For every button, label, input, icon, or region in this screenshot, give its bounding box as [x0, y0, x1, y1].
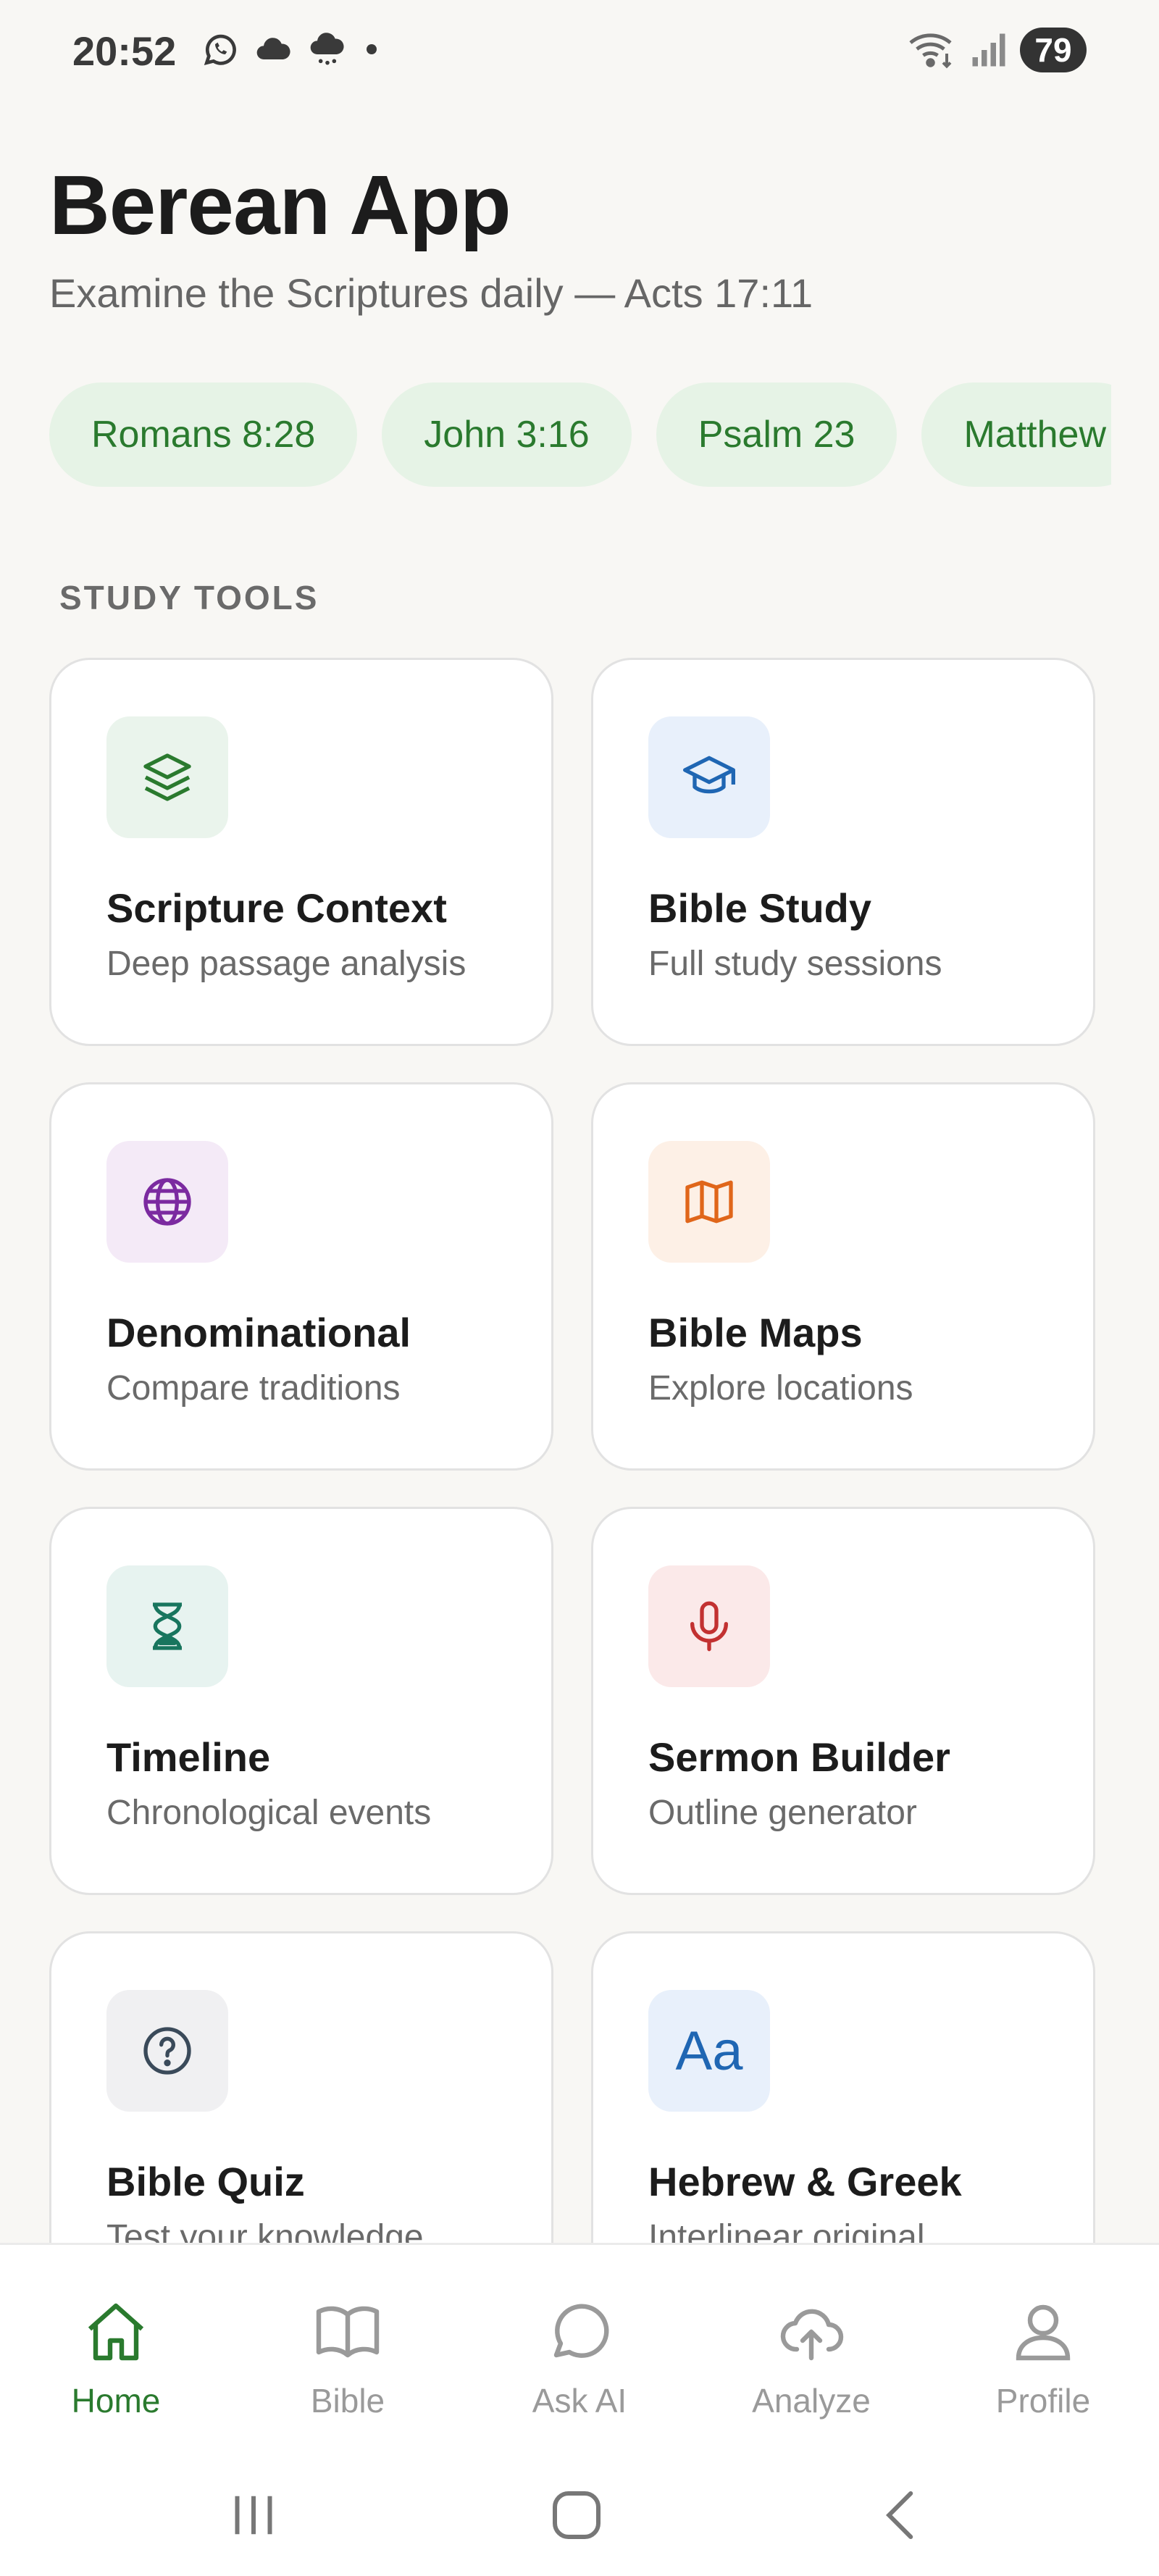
nav-label: Ask AI — [532, 2382, 627, 2420]
tool-icon-box — [106, 1141, 228, 1263]
tool-card-sermon-builder[interactable]: Sermon Builder Outline generator — [591, 1507, 1095, 1895]
nav-item-profile[interactable]: Profile — [943, 2245, 1143, 2453]
recent-apps-button[interactable] — [217, 2479, 290, 2551]
verse-chips-scroller[interactable]: Romans 8:28 John 3:16 Psalm 23 Matthew — [49, 382, 1111, 487]
back-button[interactable] — [866, 2479, 939, 2551]
book-icon — [316, 2306, 380, 2358]
rain-cloud-icon — [310, 33, 344, 65]
study-tools-grid: Scripture Context Deep passage analysis … — [49, 658, 1095, 2244]
cloud-icon — [256, 38, 290, 59]
nav-item-analyze[interactable]: Analyze — [711, 2245, 911, 2453]
tool-description: Chronological events — [106, 1794, 432, 1832]
tool-description: Compare traditions — [106, 1369, 401, 1408]
tool-icon-box — [648, 1141, 770, 1263]
tool-icon-box — [648, 716, 770, 838]
tool-title: Sermon Builder — [648, 1734, 950, 1780]
verse-chip[interactable]: John 3:16 — [382, 382, 632, 487]
nav-label: Bible — [310, 2382, 385, 2420]
home-system-button[interactable] — [540, 2479, 613, 2551]
recent-apps-icon — [235, 2496, 272, 2535]
tool-card-timeline[interactable]: Timeline Chronological events — [49, 1507, 553, 1895]
tool-description: Deep passage analysis — [106, 945, 466, 983]
tool-title: Bible Quiz — [106, 2159, 305, 2204]
tool-icon-box — [648, 1565, 770, 1687]
tool-card-bible-quiz[interactable]: Bible Quiz Test your knowledge — [49, 1931, 553, 2244]
tool-card-denominational[interactable]: Denominational Compare traditions — [49, 1082, 553, 1471]
back-chevron-icon — [886, 2491, 913, 2539]
bottom-navigation: Home Bible Ask AI Analyze Profile — [0, 2243, 1159, 2453]
layers-icon — [143, 753, 191, 801]
nav-label: Analyze — [752, 2382, 871, 2420]
tool-description: Test your knowledge — [106, 2218, 424, 2244]
tool-title: Hebrew & Greek — [648, 2159, 962, 2204]
page-title: Berean App — [49, 158, 511, 252]
battery-indicator: 79 — [1020, 28, 1094, 72]
nav-item-home[interactable]: Home — [16, 2245, 216, 2453]
home-square-icon — [553, 2491, 601, 2539]
tool-card-scripture-context[interactable]: Scripture Context Deep passage analysis — [49, 658, 553, 1046]
signal-icon — [972, 33, 1005, 67]
tool-card-hebrew-greek[interactable]: Aa Hebrew & Greek Interlinear original — [591, 1931, 1095, 2244]
question-circle-icon — [143, 2027, 191, 2075]
notification-icons — [200, 29, 382, 70]
section-heading-study-tools: STUDY TOOLS — [59, 579, 319, 616]
nav-label: Profile — [995, 2382, 1091, 2420]
chat-bubble-icon — [553, 2304, 609, 2358]
tool-title: Bible Maps — [648, 1310, 863, 1355]
tool-description: Outline generator — [648, 1794, 917, 1832]
study-tools-scroll-area: Scripture Context Deep passage analysis … — [0, 658, 1159, 2244]
tool-icon-box — [106, 716, 228, 838]
tool-icon-box — [106, 1990, 228, 2112]
nav-label: Home — [71, 2382, 161, 2420]
cloud-upload-icon — [780, 2309, 844, 2361]
microphone-icon — [690, 1601, 728, 1652]
home-icon — [88, 2303, 144, 2361]
map-icon — [685, 1180, 733, 1224]
verse-chip[interactable]: Romans 8:28 — [49, 382, 358, 487]
page-subtitle: Examine the Scriptures daily — Acts 17:1… — [49, 270, 813, 316]
status-time: 20:52 — [72, 28, 177, 74]
text-aa-icon: Aa — [675, 2020, 743, 2082]
status-right: 79 — [907, 28, 1094, 72]
nav-item-bible[interactable]: Bible — [248, 2245, 448, 2453]
wifi-icon — [909, 33, 952, 69]
person-icon — [1016, 2304, 1071, 2361]
tool-description: Explore locations — [648, 1369, 913, 1408]
tool-card-bible-maps[interactable]: Bible Maps Explore locations — [591, 1082, 1095, 1471]
verse-chip[interactable]: Matthew — [921, 382, 1111, 487]
hourglass-icon — [153, 1602, 182, 1650]
tool-icon-box — [106, 1565, 228, 1687]
tool-title: Denominational — [106, 1310, 411, 1355]
tool-title: Bible Study — [648, 885, 872, 931]
system-navigation-bar — [0, 2453, 1159, 2576]
tool-title: Scripture Context — [106, 885, 447, 931]
app-screen: 20:52 79 Berean App Examine the Scriptur… — [0, 0, 1159, 2576]
globe-icon — [143, 1178, 191, 1226]
tool-title: Timeline — [106, 1734, 271, 1780]
graduation-cap-icon — [683, 756, 735, 794]
tool-card-bible-study[interactable]: Bible Study Full study sessions — [591, 658, 1095, 1046]
status-bar: 20:52 79 — [0, 0, 1159, 101]
verse-chip[interactable]: Psalm 23 — [656, 382, 898, 487]
tool-description: Full study sessions — [648, 945, 942, 983]
whatsapp-icon — [204, 34, 236, 65]
tool-description: Interlinear original — [648, 2218, 925, 2244]
nav-item-ask-ai[interactable]: Ask AI — [480, 2245, 679, 2453]
tool-icon-box: Aa — [648, 1990, 770, 2112]
dot-icon — [367, 44, 377, 54]
